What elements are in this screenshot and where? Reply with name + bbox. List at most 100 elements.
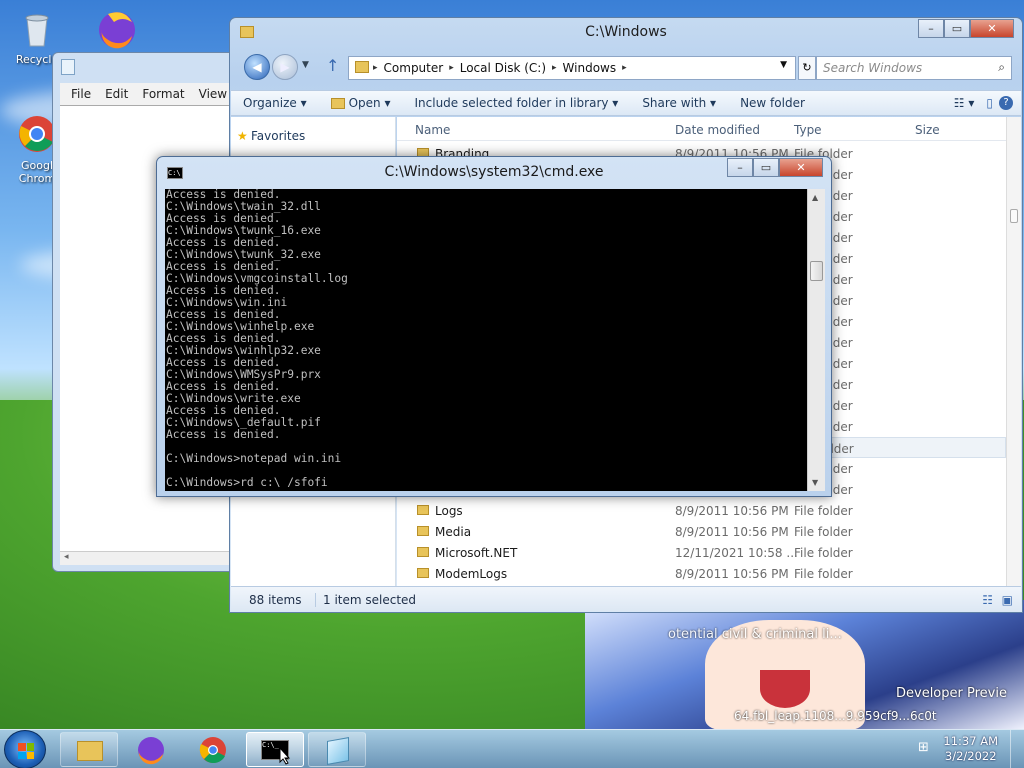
row-type: File folder bbox=[794, 567, 853, 581]
new-folder-button[interactable]: New folder bbox=[728, 96, 817, 110]
address-row: ◀ ▶ ▼ ↑ ▸ Computer ▸ Local Disk (C:) ▸ W… bbox=[244, 54, 1014, 82]
clock-time: 11:37 AM bbox=[943, 734, 998, 748]
windows-logo-icon bbox=[18, 743, 34, 759]
close-icon[interactable]: ✕ bbox=[970, 19, 1014, 38]
row-date: 12/11/2021 10:58 ... bbox=[675, 546, 798, 560]
row-date: 8/9/2011 10:56 PM bbox=[675, 525, 789, 539]
taskbar-clock[interactable]: 11:37 AM 3/2/2022 bbox=[943, 734, 998, 764]
row-type: File folder bbox=[794, 546, 853, 560]
table-row[interactable]: Microsoft.NET 12/11/2021 10:58 ... File … bbox=[397, 542, 1006, 563]
folder-icon bbox=[417, 505, 429, 515]
cmd-vscrollbar[interactable]: ▲ ▼ bbox=[807, 189, 825, 491]
explorer-vscrollbar[interactable] bbox=[1006, 117, 1021, 586]
breadcrumb-local-disk[interactable]: Local Disk (C:) bbox=[460, 61, 546, 75]
notepad-hscrollbar[interactable]: ◂ bbox=[60, 551, 241, 565]
explorer-toolbar: Organize ▾ Open ▾ Include selected folde… bbox=[231, 90, 1021, 116]
up-arrow-icon[interactable]: ↑ bbox=[326, 56, 339, 75]
forward-button[interactable]: ▶ bbox=[272, 54, 298, 80]
status-bar: 88 items 1 item selected ☷ ▣ bbox=[231, 586, 1021, 611]
maximize-icon[interactable]: ▭ bbox=[753, 158, 779, 177]
console-line: C:\Windows>notepad win.ini bbox=[166, 452, 342, 465]
chevron-down-icon[interactable]: ▼ bbox=[780, 60, 787, 70]
preview-pane-icon[interactable]: ▯ bbox=[980, 96, 999, 110]
nav-favorites[interactable]: Favorites bbox=[251, 129, 305, 143]
recycle-bin-icon bbox=[25, 14, 49, 47]
row-name: Microsoft.NET bbox=[435, 546, 518, 560]
address-bar[interactable]: ▸ Computer ▸ Local Disk (C:) ▸ Windows ▸… bbox=[348, 56, 796, 80]
column-date-modified[interactable]: Date modified bbox=[675, 123, 760, 137]
notepad-icon bbox=[327, 737, 349, 765]
start-button[interactable] bbox=[4, 730, 46, 768]
minimize-icon[interactable]: – bbox=[918, 19, 944, 38]
column-size[interactable]: Size bbox=[915, 123, 940, 137]
details-view-icon[interactable]: ☷ bbox=[982, 593, 993, 607]
minimize-icon[interactable]: – bbox=[727, 158, 753, 177]
tiles-view-icon[interactable]: ▣ bbox=[1002, 593, 1013, 607]
notepad-menubar: File Edit Format View H bbox=[60, 83, 250, 105]
column-type[interactable]: Type bbox=[794, 123, 822, 137]
firefox-icon[interactable] bbox=[94, 6, 140, 52]
close-icon[interactable]: ✕ bbox=[779, 158, 823, 177]
mouse-cursor-icon bbox=[279, 747, 291, 765]
status-selected: 1 item selected bbox=[323, 593, 417, 607]
table-row[interactable]: Logs 8/9/2011 10:56 PM File folder bbox=[397, 500, 1006, 521]
status-item-count: 88 items bbox=[249, 593, 302, 607]
search-input[interactable]: Search Windows ⌕ bbox=[816, 56, 1012, 80]
scroll-left-icon[interactable]: ◂ bbox=[64, 552, 69, 562]
chevron-right-icon: ▸ bbox=[622, 63, 627, 73]
console-output[interactable]: Access is denied. C:\Windows\twain_32.dll… bbox=[165, 189, 807, 491]
row-date: 8/9/2011 10:56 PM bbox=[675, 504, 789, 518]
show-desktop-button[interactable] bbox=[1010, 730, 1024, 768]
taskbar-notepad[interactable] bbox=[308, 732, 366, 767]
breadcrumb-windows[interactable]: Windows bbox=[563, 61, 617, 75]
chevron-right-icon: ▸ bbox=[373, 63, 378, 73]
share-with-button[interactable]: Share with ▾ bbox=[630, 96, 728, 110]
table-row[interactable]: Media 8/9/2011 10:56 PM File folder bbox=[397, 521, 1006, 542]
desktop-icon-label: Googl Chrom bbox=[18, 159, 56, 185]
menu-format[interactable]: Format bbox=[137, 87, 189, 101]
console-line: C:\Windows>rd c:\ /sfofi bbox=[166, 476, 328, 489]
organize-button[interactable]: Organize ▾ bbox=[231, 96, 319, 110]
column-headers: Name Date modified Type Size bbox=[397, 117, 1006, 141]
folder-icon bbox=[417, 568, 429, 578]
breadcrumb-computer[interactable]: Computer bbox=[384, 61, 444, 75]
taskbar-cmd[interactable]: C:\_ bbox=[246, 732, 304, 767]
menu-view[interactable]: View bbox=[194, 87, 232, 101]
search-placeholder: Search Windows bbox=[823, 61, 923, 75]
taskbar-firefox[interactable] bbox=[122, 732, 180, 767]
scroll-thumb[interactable] bbox=[810, 261, 823, 281]
chevron-right-icon: ▸ bbox=[552, 63, 557, 73]
taskbar: C:\_ ⊞ 11:37 AM 3/2/2022 bbox=[0, 729, 1024, 768]
taskbar-explorer[interactable] bbox=[60, 732, 118, 767]
folder-icon bbox=[417, 547, 429, 557]
menu-file[interactable]: File bbox=[66, 87, 96, 101]
open-button[interactable]: Open ▾ bbox=[319, 96, 403, 110]
chrome-icon bbox=[19, 116, 55, 152]
folder-icon bbox=[355, 61, 369, 73]
cmd-window[interactable]: C:\ C:\Windows\system32\cmd.exe – ▭ ✕ Ac… bbox=[156, 156, 832, 497]
refresh-icon[interactable]: ↻ bbox=[798, 56, 816, 80]
row-name: Logs bbox=[435, 504, 463, 518]
back-button[interactable]: ◀ bbox=[244, 54, 270, 80]
console-line: Access is denied. bbox=[166, 428, 281, 441]
recent-pages-icon[interactable]: ▼ bbox=[302, 60, 309, 70]
network-icon[interactable]: ⊞ bbox=[918, 740, 934, 756]
folder-icon bbox=[330, 97, 345, 109]
include-in-library-button[interactable]: Include selected folder in library ▾ bbox=[403, 96, 631, 110]
column-name[interactable]: Name bbox=[415, 123, 450, 137]
row-date: 8/9/2011 10:56 PM bbox=[675, 567, 789, 581]
search-icon: ⌕ bbox=[998, 60, 1005, 74]
table-row[interactable]: ModemLogs 8/9/2011 10:56 PM File folder bbox=[397, 563, 1006, 584]
scroll-thumb[interactable] bbox=[1010, 209, 1018, 223]
menu-edit[interactable]: Edit bbox=[100, 87, 133, 101]
scroll-up-icon[interactable]: ▲ bbox=[812, 193, 818, 202]
help-icon[interactable]: ? bbox=[999, 96, 1013, 110]
scroll-down-icon[interactable]: ▼ bbox=[812, 478, 818, 487]
explorer-window-controls: – ▭ ✕ bbox=[918, 19, 1014, 38]
taskbar-chrome[interactable] bbox=[184, 732, 242, 767]
clock-date: 3/2/2022 bbox=[944, 749, 997, 763]
maximize-icon[interactable]: ▭ bbox=[944, 19, 970, 38]
view-options-icon[interactable]: ☷ ▾ bbox=[948, 96, 981, 110]
open-button-label: Open ▾ bbox=[348, 96, 391, 110]
row-name: ModemLogs bbox=[435, 567, 508, 581]
